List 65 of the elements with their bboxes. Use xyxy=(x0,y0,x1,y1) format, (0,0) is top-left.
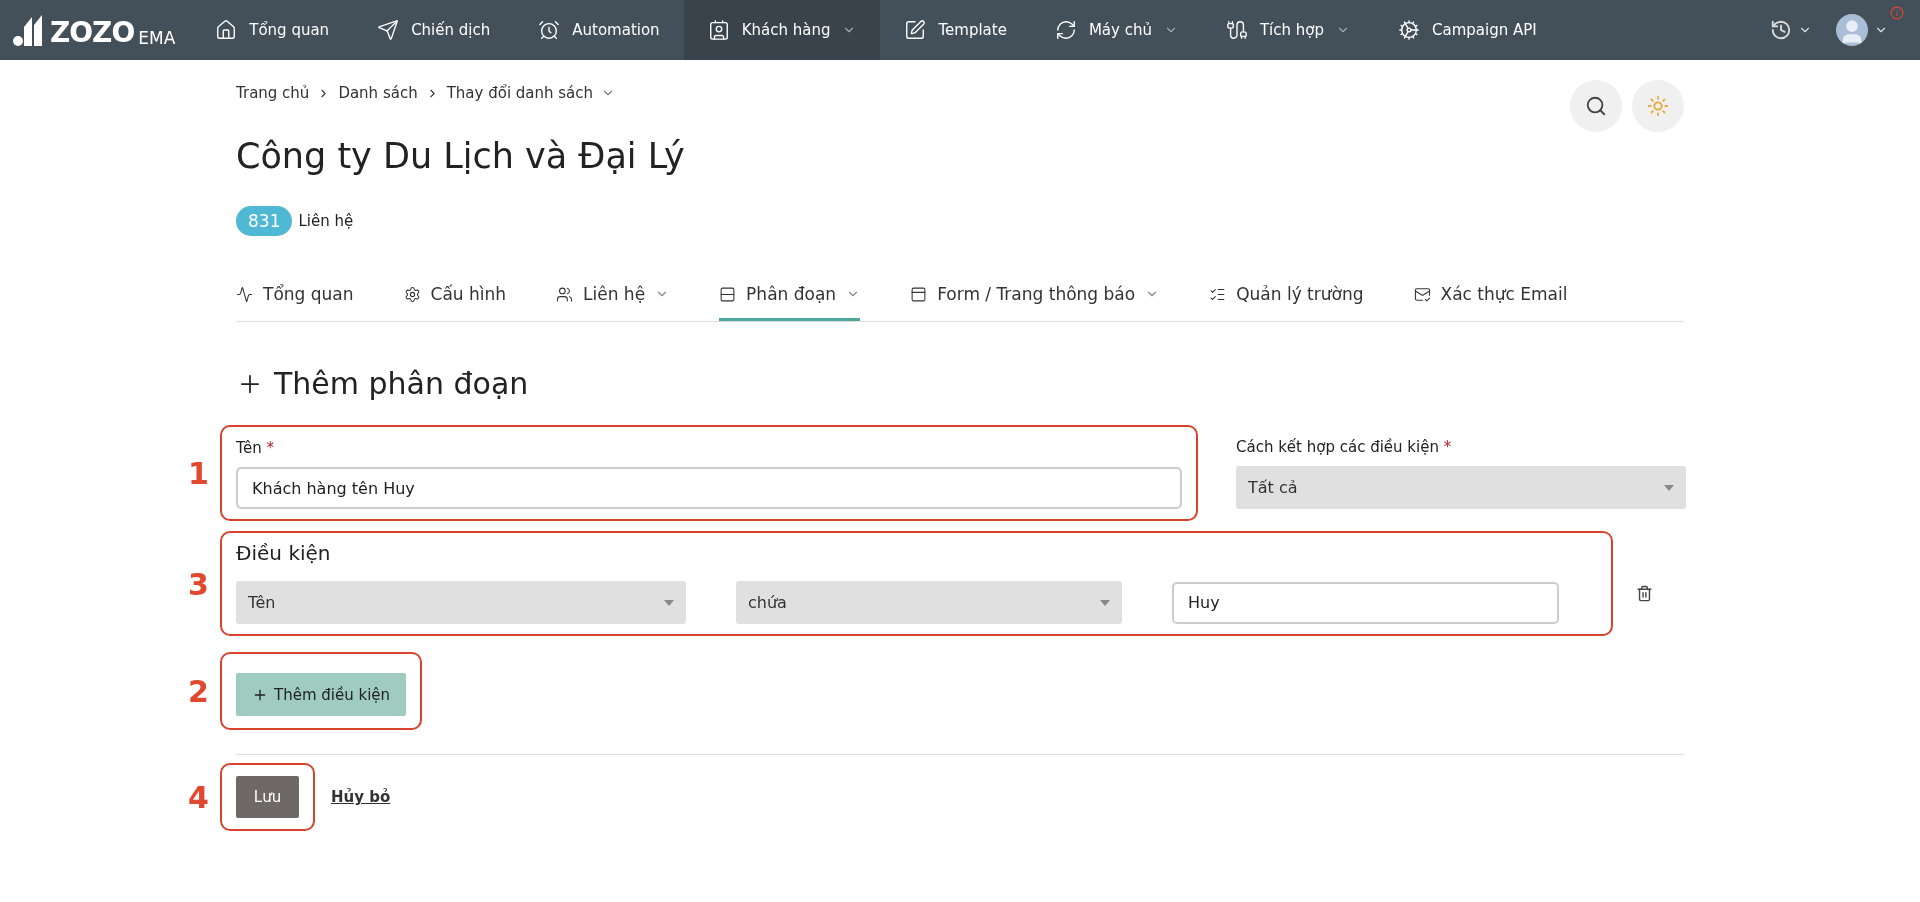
annotation-number: 4 xyxy=(188,779,209,815)
combine-select[interactable]: Tất cả xyxy=(1236,466,1686,509)
avatar xyxy=(1836,14,1868,46)
tab[interactable]: Tổng quan xyxy=(236,272,354,321)
save-button[interactable]: Lưu xyxy=(236,776,299,818)
operator-select[interactable]: chứa xyxy=(736,581,1122,624)
cable-icon xyxy=(1225,19,1248,41)
nav-item[interactable]: Chiến dịch xyxy=(353,0,515,60)
sun-icon xyxy=(1647,95,1669,117)
window-icon xyxy=(910,285,928,303)
field-label: Cách kết hợp các điều kiện xyxy=(1236,438,1439,456)
pencil-square-icon xyxy=(904,19,927,41)
alarm-clock-icon xyxy=(538,19,561,41)
page-title: Công ty Du Lịch và Đại Lý xyxy=(236,136,686,176)
breadcrumb-link[interactable]: Trang chủ xyxy=(236,84,310,102)
search-button[interactable] xyxy=(1570,80,1622,132)
contact-count-label: Liên hệ xyxy=(298,212,354,230)
search-icon xyxy=(1585,95,1607,117)
required-mark: * xyxy=(1443,438,1452,456)
nav-item[interactable]: Automation xyxy=(514,0,684,60)
logo-text: ZOZO xyxy=(50,19,135,47)
account-button[interactable] xyxy=(1836,14,1888,46)
value-input[interactable]: Huy xyxy=(1172,581,1559,624)
history-icon xyxy=(1770,19,1792,41)
name-input[interactable]: Khách hàng tên Huy xyxy=(236,467,1182,509)
tab[interactable]: Xác thực Email xyxy=(1413,272,1568,321)
add-condition-button[interactable]: Thêm điều kiện xyxy=(236,673,407,716)
line-chart-icon xyxy=(236,285,253,303)
gear-icon xyxy=(1398,19,1420,41)
cancel-link[interactable]: Hủy bỏ xyxy=(331,788,391,806)
settings-icon xyxy=(403,285,421,303)
conditions-heading: Điều kiện xyxy=(236,541,332,565)
nav-item[interactable]: Tổng quan xyxy=(191,0,354,60)
trash-icon[interactable] xyxy=(1636,585,1653,602)
paper-plane-icon xyxy=(377,19,400,41)
nav-item[interactable]: Máy chủ xyxy=(1030,0,1202,60)
breadcrumb-link[interactable]: Thay đổi danh sách xyxy=(446,84,616,102)
tab[interactable]: Phân đoạn xyxy=(719,272,861,321)
tab[interactable]: Cấu hình xyxy=(403,272,507,321)
annotation-number: 2 xyxy=(188,673,209,709)
history-button[interactable] xyxy=(1770,19,1812,41)
annotation-number: 1 xyxy=(188,455,209,491)
info-icon xyxy=(1890,6,1904,20)
home-icon xyxy=(215,19,238,41)
nav-item[interactable]: Template xyxy=(880,0,1031,60)
tab[interactable]: Form / Trang thông báo xyxy=(910,272,1160,321)
refresh-icon xyxy=(1054,19,1077,41)
section-heading: Thêm phân đoạn xyxy=(274,366,529,401)
annotation-number: 3 xyxy=(188,566,209,601)
nav-item[interactable]: Tích hợp xyxy=(1201,0,1374,60)
contact-count-badge: 831 xyxy=(236,206,293,236)
tab[interactable]: Quản lý trường xyxy=(1209,272,1364,321)
contact-card-icon xyxy=(707,19,730,41)
logo-subtext: EMA xyxy=(138,30,176,47)
nav-item[interactable]: Campaign API xyxy=(1374,0,1561,60)
nav-item[interactable]: Khách hàng xyxy=(683,0,881,60)
users-icon xyxy=(556,285,574,303)
required-mark: * xyxy=(266,439,275,457)
rows-icon xyxy=(719,285,737,303)
tab[interactable]: Liên hệ xyxy=(556,272,670,321)
logo[interactable]: ZOZO EMA xyxy=(12,13,176,47)
breadcrumb-link[interactable]: Danh sách xyxy=(338,84,418,102)
mail-check-icon xyxy=(1413,285,1431,303)
field-select[interactable]: Tên xyxy=(236,581,686,624)
field-label: Tên xyxy=(236,439,262,457)
